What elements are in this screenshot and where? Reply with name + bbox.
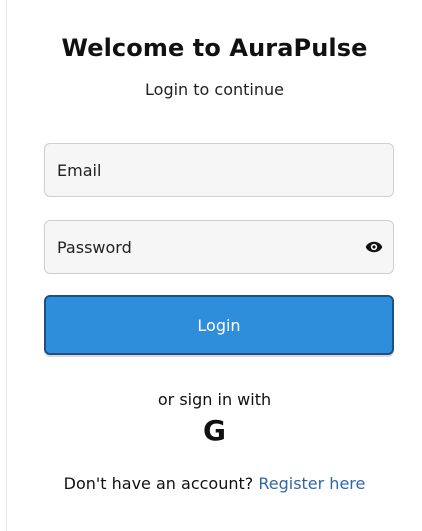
google-icon[interactable]: G: [203, 414, 226, 447]
email-field[interactable]: [44, 143, 394, 197]
register-link[interactable]: Register here: [258, 474, 365, 493]
password-input[interactable]: [45, 221, 393, 273]
eye-icon[interactable]: [365, 238, 383, 256]
register-prompt-text: Don't have an account?: [63, 474, 254, 493]
email-input[interactable]: [45, 144, 393, 196]
login-button[interactable]: Login: [44, 295, 394, 355]
login-card: Welcome to AuraPulse Login to continue L…: [6, 0, 422, 531]
login-button-label: Login: [197, 315, 241, 335]
password-field[interactable]: [44, 220, 394, 274]
page-subtitle: Login to continue: [145, 80, 284, 99]
page-title: Welcome to AuraPulse: [61, 34, 368, 62]
register-prompt: Don't have an account? Register here: [7, 474, 422, 493]
sign-in-with-text: or sign in with: [157, 390, 272, 409]
